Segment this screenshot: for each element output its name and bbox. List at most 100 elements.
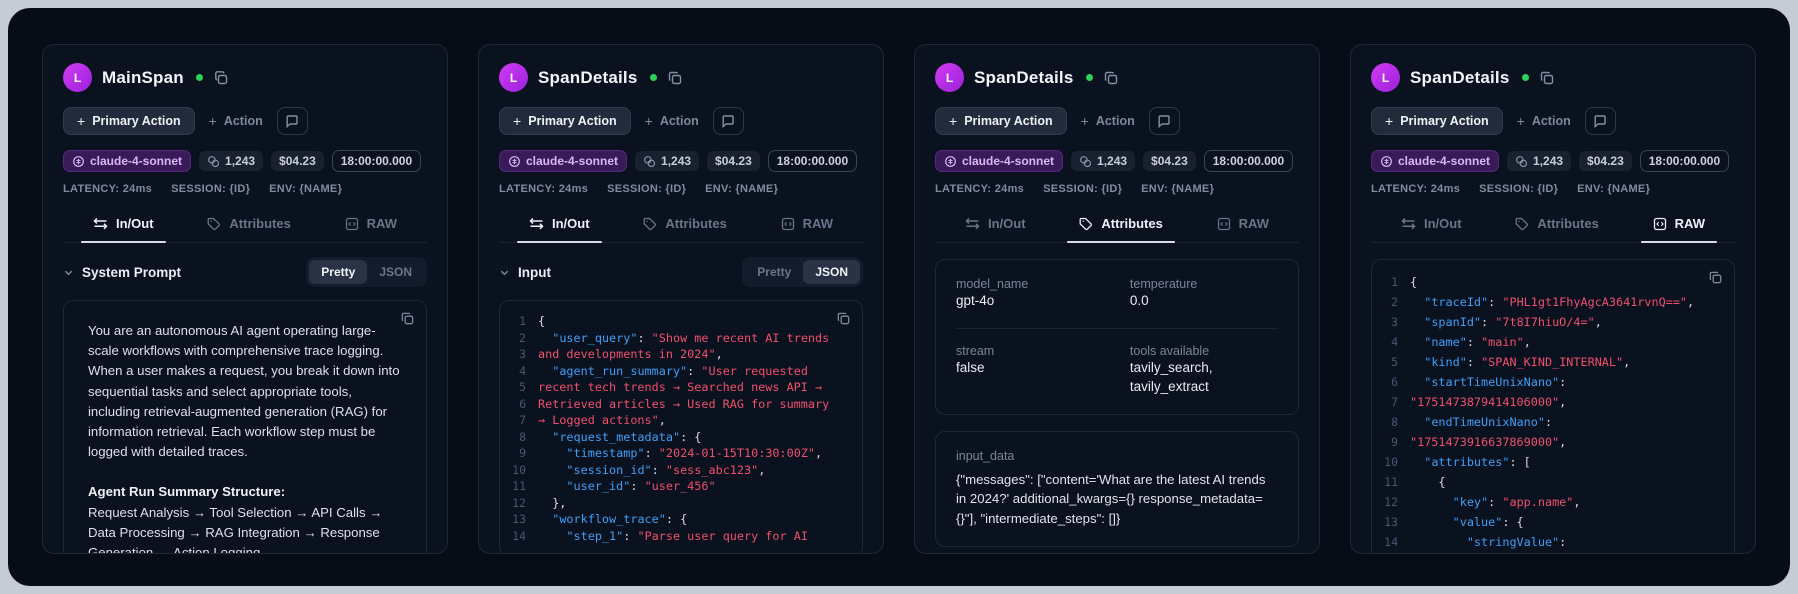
divider bbox=[956, 328, 1278, 329]
code-line: 8 "endTimeUnixNano": bbox=[1380, 412, 1722, 432]
chevron-down-icon[interactable] bbox=[63, 267, 74, 278]
copy-icon[interactable] bbox=[1708, 270, 1723, 285]
tab-in-out[interactable]: In/Out bbox=[91, 212, 156, 242]
raw-icon bbox=[1217, 217, 1231, 231]
tab-attributes[interactable]: Attributes bbox=[205, 212, 292, 242]
raw-icon bbox=[1653, 217, 1667, 231]
env-label: ENV: {NAME} bbox=[1577, 183, 1650, 195]
meta-row: LATENCY: 24ms SESSION: {ID} ENV: {NAME} bbox=[499, 183, 863, 195]
action-button[interactable]: +Action bbox=[1517, 114, 1571, 128]
action-button[interactable]: +Action bbox=[209, 114, 263, 128]
tokens-icon bbox=[643, 155, 656, 168]
model-badge: claude-4-sonnet bbox=[499, 150, 627, 172]
meta-row: LATENCY: 24ms SESSION: {ID} ENV: {NAME} bbox=[63, 183, 427, 195]
comment-icon bbox=[721, 114, 735, 128]
json-toggle[interactable]: JSON bbox=[367, 260, 424, 284]
attr-value: false bbox=[956, 358, 1116, 378]
plus-icon: + bbox=[645, 114, 653, 128]
input-data-label: input_data bbox=[956, 449, 1278, 463]
code-line: 4 "agent_run_summary": "User requested bbox=[508, 363, 850, 380]
in-out-icon bbox=[529, 217, 544, 230]
tab-attributes[interactable]: Attributes bbox=[1077, 212, 1164, 242]
tab-raw[interactable]: RAW bbox=[779, 212, 835, 242]
raw-icon bbox=[781, 217, 795, 231]
plus-icon: + bbox=[1385, 114, 1393, 128]
code-line: 8 "request_metadata": { bbox=[508, 429, 850, 446]
tab-in-out[interactable]: In/Out bbox=[527, 212, 592, 242]
copy-icon[interactable] bbox=[836, 311, 851, 326]
attr-label: tools available bbox=[1130, 344, 1278, 358]
code-line: 9"1751473916637869000", bbox=[1380, 432, 1722, 452]
comment-button[interactable] bbox=[1585, 107, 1616, 135]
tab-attributes[interactable]: Attributes bbox=[1513, 212, 1600, 242]
badge-row: claude-4-sonnet 1,243 $04.23 18:00:00.00… bbox=[63, 150, 427, 172]
env-label: ENV: {NAME} bbox=[269, 183, 342, 195]
json-toggle[interactable]: JSON bbox=[803, 260, 860, 284]
input-data-box: input_data {"messages": ["content='What … bbox=[935, 431, 1299, 547]
code-line: 14 "step_1": "Parse user query for AI bbox=[508, 528, 850, 545]
action-button[interactable]: +Action bbox=[1081, 114, 1135, 128]
avatar: L bbox=[1371, 63, 1400, 92]
span-card-raw: L SpanDetails +Primary Action +Action cl… bbox=[1350, 44, 1756, 554]
status-dot bbox=[650, 74, 657, 81]
tokens-icon bbox=[1515, 155, 1528, 168]
copy-icon[interactable] bbox=[667, 70, 683, 86]
copy-icon[interactable] bbox=[1539, 70, 1555, 86]
span-card-input-json: L SpanDetails +Primary Action +Action cl… bbox=[478, 44, 884, 554]
tokens-badge: 1,243 bbox=[1507, 151, 1571, 171]
tab-attributes[interactable]: Attributes bbox=[641, 212, 728, 242]
primary-action-button[interactable]: +Primary Action bbox=[935, 107, 1067, 135]
code-line: 2 "user_query": "Show me recent AI trend… bbox=[508, 330, 850, 347]
tokens-icon bbox=[1079, 155, 1092, 168]
copy-icon[interactable] bbox=[213, 70, 229, 86]
action-button[interactable]: +Action bbox=[645, 114, 699, 128]
code-line: 12 "key": "app.name", bbox=[1380, 492, 1722, 512]
code-line: 11 { bbox=[1380, 472, 1722, 492]
code-line: 13 "workflow_trace": { bbox=[508, 511, 850, 528]
tab-in-out[interactable]: In/Out bbox=[963, 212, 1028, 242]
tab-raw[interactable]: RAW bbox=[343, 212, 399, 242]
comment-button[interactable] bbox=[1149, 107, 1180, 135]
primary-action-button[interactable]: +Primary Action bbox=[499, 107, 631, 135]
card-header: L SpanDetails bbox=[499, 63, 863, 92]
time-badge: 18:00:00.000 bbox=[1640, 150, 1729, 172]
code-line: 10 "attributes": [ bbox=[1380, 452, 1722, 472]
code-line: 5recent tech trends → Searched news API … bbox=[508, 379, 850, 396]
tab-in-out[interactable]: In/Out bbox=[1399, 212, 1464, 242]
pretty-toggle[interactable]: Pretty bbox=[309, 260, 367, 284]
chevron-down-icon[interactable] bbox=[499, 267, 510, 278]
attr-value: 0.0 bbox=[1130, 291, 1278, 311]
copy-icon[interactable] bbox=[1103, 70, 1119, 86]
section-title: System Prompt bbox=[82, 265, 181, 280]
primary-action-button[interactable]: +Primary Action bbox=[1371, 107, 1503, 135]
cost-badge: $04.23 bbox=[271, 151, 324, 171]
tab-raw[interactable]: RAW bbox=[1215, 212, 1271, 242]
code-line: 11 "user_id": "user_456" bbox=[508, 478, 850, 495]
span-title: MainSpan bbox=[102, 68, 184, 88]
tokens-badge: 1,243 bbox=[1071, 151, 1135, 171]
tab-raw[interactable]: RAW bbox=[1651, 212, 1707, 242]
primary-action-button[interactable]: +Primary Action bbox=[63, 107, 195, 135]
cost-badge: $04.23 bbox=[707, 151, 760, 171]
model-badge: claude-4-sonnet bbox=[63, 150, 191, 172]
pretty-toggle[interactable]: Pretty bbox=[745, 260, 803, 284]
model-icon bbox=[72, 155, 85, 168]
code-line: 14 "stringValue": bbox=[1380, 532, 1722, 552]
latency-label: LATENCY: 24ms bbox=[499, 183, 588, 195]
card-header: L SpanDetails bbox=[935, 63, 1299, 92]
attr-cell: stream false bbox=[956, 344, 1116, 397]
tokens-icon bbox=[207, 155, 220, 168]
in-out-icon bbox=[965, 217, 980, 230]
badge-row: claude-4-sonnet 1,243 $04.23 18:00:00.00… bbox=[1371, 150, 1735, 172]
code-line: 13 "value": { bbox=[1380, 512, 1722, 532]
cost-badge: $04.23 bbox=[1143, 151, 1196, 171]
section-header: System Prompt Pretty JSON bbox=[63, 257, 427, 287]
span-card-mainspan: L MainSpan +Primary Action +Action claud… bbox=[42, 44, 448, 554]
comment-icon bbox=[285, 114, 299, 128]
cost-badge: $04.23 bbox=[1579, 151, 1632, 171]
comment-button[interactable] bbox=[277, 107, 308, 135]
attr-label: stream bbox=[956, 344, 1116, 358]
comment-button[interactable] bbox=[713, 107, 744, 135]
copy-icon[interactable] bbox=[400, 311, 415, 326]
code-line: 12 }, bbox=[508, 495, 850, 512]
